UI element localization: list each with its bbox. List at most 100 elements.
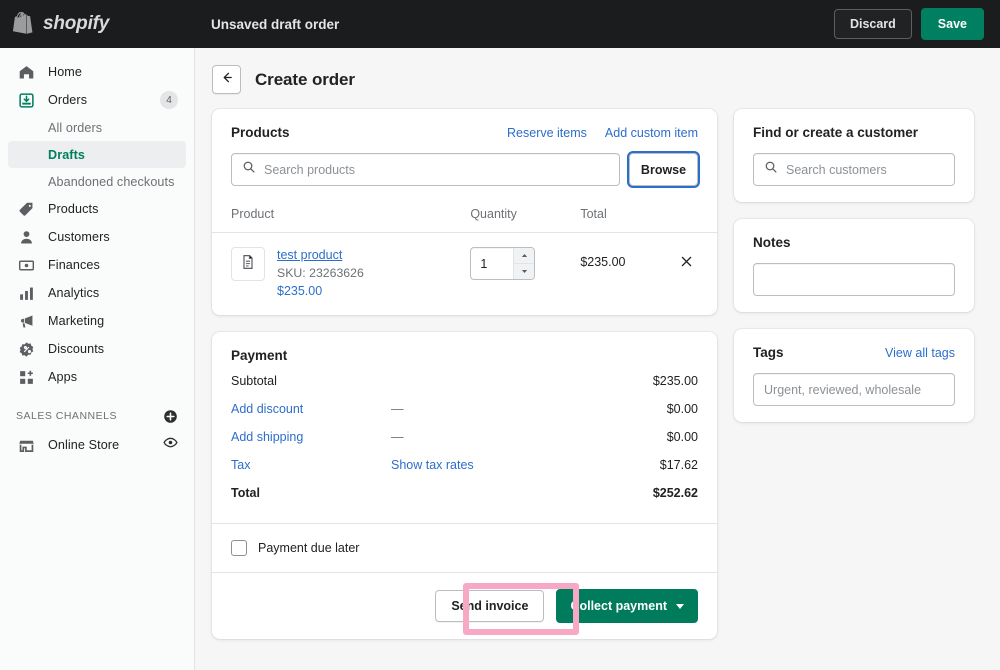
sidebar-item-home[interactable]: Home (8, 58, 186, 86)
payment-row-label: Subtotal (231, 374, 277, 388)
notes-input[interactable] (764, 272, 944, 287)
draft-order-title: Unsaved draft order (211, 16, 340, 32)
products-table-header-row: Product Quantity Total (212, 201, 717, 233)
sidebar-item-customers[interactable]: Customers (8, 223, 186, 251)
eye-icon[interactable] (163, 435, 178, 455)
show-tax-rates-link[interactable]: Show tax rates (391, 458, 660, 472)
view-all-tags-link[interactable]: View all tags (885, 346, 955, 360)
tags-card-header: Tags View all tags (753, 345, 955, 360)
back-button[interactable] (212, 65, 241, 94)
tag-icon (16, 199, 36, 219)
sidebar-item-label: Customers (48, 230, 110, 244)
search-icon (764, 160, 778, 179)
send-invoice-button[interactable]: Send invoice (435, 590, 545, 622)
top-bar-actions: Discard Save (833, 8, 1000, 40)
products-table: Product Quantity Total test product SKU:… (212, 201, 717, 315)
sidebar-item-products[interactable]: Products (8, 195, 186, 223)
add-discount-link[interactable]: Add discount (231, 402, 391, 416)
brand[interactable]: shopify (0, 11, 195, 37)
browse-button[interactable]: Browse (629, 153, 698, 186)
person-icon (16, 227, 36, 247)
table-row: test product SKU: 23263626 $235.00 1 $23… (212, 233, 717, 316)
collect-payment-label: Collect payment (570, 599, 667, 613)
payment-row-subtotal: Subtotal $235.00 (231, 367, 698, 395)
banknote-icon (16, 255, 36, 275)
product-info: test product SKU: 23263626 $235.00 (277, 247, 364, 301)
left-column: Products Reserve items Add custom item S… (212, 109, 717, 656)
tax-link[interactable]: Tax (231, 458, 391, 472)
sidebar-item-drafts[interactable]: Drafts (8, 141, 186, 168)
sidebar-item-discounts[interactable]: Discounts (8, 335, 186, 363)
payment-title: Payment (231, 348, 288, 363)
sidebar-item-label: Discounts (48, 342, 105, 356)
sidebar-item-label: Drafts (48, 147, 85, 162)
search-customers-input[interactable] (786, 162, 947, 177)
product-thumbnail (231, 247, 265, 281)
discount-badge-icon (16, 339, 36, 359)
search-products-field[interactable] (231, 153, 620, 186)
sidebar-item-label: Marketing (48, 314, 105, 328)
payment-row-middle: — (391, 402, 404, 416)
products-card-actions: Reserve items Add custom item (507, 126, 698, 140)
reserve-items-link[interactable]: Reserve items (507, 126, 587, 140)
payment-due-later-row[interactable]: Payment due later (212, 524, 717, 572)
sidebar-item-label: Abandoned checkouts (48, 174, 175, 189)
remove-cell (679, 233, 717, 316)
sidebar-item-marketing[interactable]: Marketing (8, 307, 186, 335)
search-icon (242, 160, 256, 179)
add-shipping-link[interactable]: Add shipping (231, 430, 391, 444)
search-customers-field[interactable] (753, 153, 955, 186)
bar-chart-icon (16, 283, 36, 303)
sidebar-item-label: Home (48, 65, 82, 79)
page-title: Create order (255, 69, 355, 89)
collect-payment-button[interactable]: Collect payment (556, 589, 698, 623)
search-products-input[interactable] (264, 162, 609, 177)
storefront-icon (16, 435, 36, 455)
notes-field[interactable] (753, 263, 955, 296)
quantity-increment-button[interactable] (514, 248, 535, 264)
sidebar-item-online-store[interactable]: Online Store (8, 431, 186, 459)
column-header-total: Total (580, 201, 717, 233)
payment-row-amount: $17.62 (659, 458, 698, 472)
add-custom-item-link[interactable]: Add custom item (605, 126, 698, 140)
sidebar-item-finances[interactable]: Finances (8, 251, 186, 279)
product-price[interactable]: $235.00 (277, 282, 364, 301)
sidebar-item-analytics[interactable]: Analytics (8, 279, 186, 307)
notes-card-title: Notes (753, 235, 791, 250)
tags-field[interactable] (753, 373, 955, 406)
megaphone-icon (16, 311, 36, 331)
quantity-cell: 1 (470, 233, 580, 316)
payment-due-later-label: Payment due later (258, 541, 360, 555)
line-item-total: $235.00 (580, 255, 626, 269)
customer-card-title: Find or create a customer (753, 125, 919, 140)
tags-input[interactable] (764, 382, 944, 397)
sidebar-item-apps[interactable]: Apps (8, 363, 186, 391)
payment-row-middle: — (391, 430, 404, 444)
quantity-decrement-button[interactable] (514, 264, 535, 279)
sidebar-item-all-orders[interactable]: All orders (8, 114, 186, 141)
payment-due-later-checkbox[interactable] (231, 540, 247, 556)
right-column: Find or create a customer Notes (734, 109, 974, 439)
plus-circle-icon[interactable] (163, 409, 178, 424)
column-header-quantity: Quantity (470, 201, 581, 233)
discard-button[interactable]: Discard (833, 9, 912, 39)
sidebar-item-label: Apps (48, 370, 78, 384)
save-button[interactable]: Save (920, 8, 984, 40)
sidebar-item-label: Products (48, 202, 99, 216)
sidebar-item-abandoned-checkouts[interactable]: Abandoned checkouts (8, 168, 186, 195)
sidebar-item-orders[interactable]: Orders 4 (8, 86, 186, 114)
product-sku: SKU: 23263626 (277, 266, 364, 280)
close-icon[interactable] (679, 247, 717, 274)
tags-card-title: Tags (753, 345, 784, 360)
brand-wordmark: shopify (43, 13, 110, 34)
quantity-value[interactable]: 1 (471, 248, 513, 279)
sidebar-item-label: Finances (48, 258, 100, 272)
home-icon (16, 62, 36, 82)
quantity-stepper[interactable]: 1 (470, 247, 536, 280)
tags-card: Tags View all tags (734, 329, 974, 422)
product-cell: test product SKU: 23263626 $235.00 (212, 233, 470, 316)
payment-row-amount: $235.00 (652, 374, 698, 388)
product-name-link[interactable]: test product (277, 247, 364, 264)
main-content: Create order Products Reserve items Add … (195, 48, 1000, 670)
notes-card: Notes (734, 219, 974, 312)
